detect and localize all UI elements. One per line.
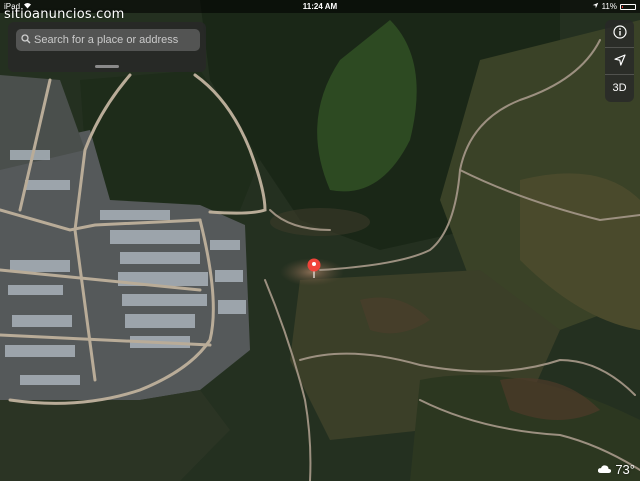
search-input[interactable] bbox=[31, 34, 199, 46]
view-3d-button[interactable]: 3D bbox=[605, 74, 634, 101]
search-panel bbox=[8, 22, 206, 72]
panel-grabber-handle[interactable] bbox=[95, 65, 119, 68]
location-arrow-icon bbox=[613, 53, 626, 69]
battery-percent: 11% bbox=[601, 2, 617, 11]
temperature: 73° bbox=[615, 462, 635, 477]
satellite-map[interactable] bbox=[0, 0, 640, 481]
tracking-button[interactable] bbox=[605, 47, 634, 74]
weather-widget: 73° bbox=[597, 462, 635, 477]
location-arrow-icon bbox=[592, 2, 599, 11]
battery-icon bbox=[620, 3, 636, 10]
battery-level bbox=[622, 5, 623, 8]
cloud-icon bbox=[597, 462, 612, 477]
watermark: sitioanuncios.com bbox=[4, 7, 125, 22]
search-icon bbox=[21, 31, 31, 49]
search-box[interactable] bbox=[16, 29, 200, 51]
info-icon bbox=[612, 25, 627, 42]
map-controls: 3D bbox=[605, 20, 634, 102]
info-button[interactable] bbox=[605, 20, 634, 47]
